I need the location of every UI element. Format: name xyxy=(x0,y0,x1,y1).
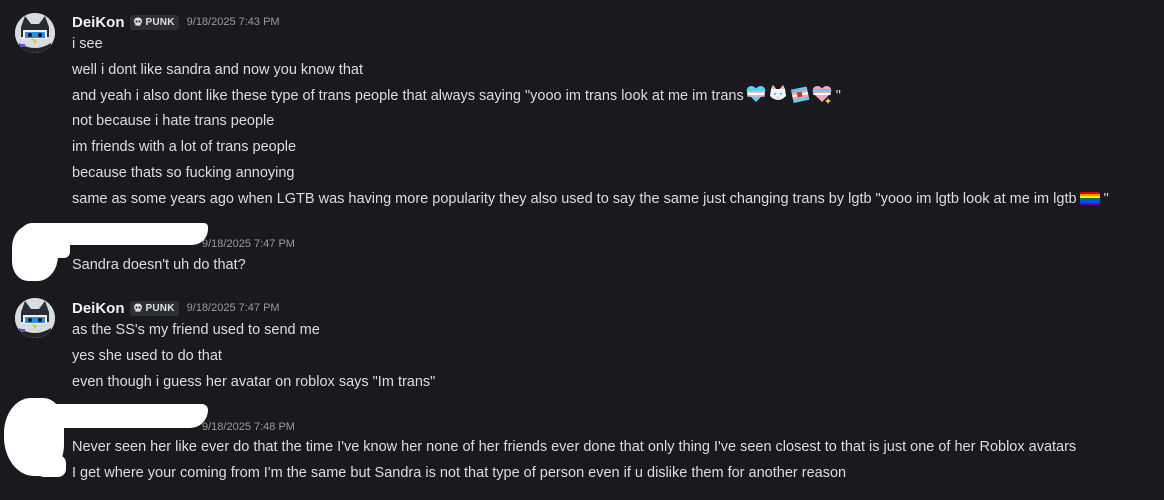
message-line: im friends with a lot of trans people xyxy=(72,139,297,156)
message-header: 9/18/2025 7:47 PM xyxy=(72,234,295,254)
message-header: 9/18/2025 7:48 PM xyxy=(72,417,295,437)
skull-icon xyxy=(133,17,142,26)
rainbow-flag-emoji[interactable] xyxy=(1079,191,1100,205)
message-lines: as the SS's my friend used to send me ye… xyxy=(72,318,435,395)
timestamp[interactable]: 9/18/2025 7:43 PM xyxy=(187,16,280,28)
trans-cat-emoji[interactable] xyxy=(768,84,788,104)
trans-heart-emoji[interactable] xyxy=(746,84,766,104)
message-line: and yeah i also dont like these type of … xyxy=(72,84,1109,110)
message-header: DeiKon PUNK 9/18/2025 7:43 PM xyxy=(72,12,280,32)
message-lines: Sandra doesn't uh do that? xyxy=(72,253,246,279)
message-line: Sandra doesn't uh do that? xyxy=(72,257,246,273)
message-line: well i dont like sandra and now you know… xyxy=(72,61,363,78)
message-line: i see xyxy=(72,36,103,52)
message-line: same as some years ago when LGTB was hav… xyxy=(72,190,1109,207)
message-line: I get where your coming from I'm the sam… xyxy=(72,464,847,481)
username[interactable]: DeiKon xyxy=(72,300,125,317)
trans-sparkle-heart-emoji[interactable] xyxy=(812,84,832,104)
guild-tag-label: PUNK xyxy=(145,302,175,314)
redaction-scribble xyxy=(36,455,66,477)
message-line: because thats so fucking annoying xyxy=(72,164,295,181)
timestamp[interactable]: 9/18/2025 7:47 PM xyxy=(202,238,295,250)
guild-tag[interactable]: PUNK xyxy=(129,300,179,316)
message-header: DeiKon PUNK 9/18/2025 7:47 PM xyxy=(72,298,280,318)
skull-icon xyxy=(133,303,142,312)
timestamp[interactable]: 9/18/2025 7:47 PM xyxy=(187,302,280,314)
user-avatar[interactable] xyxy=(15,298,55,338)
timestamp[interactable]: 9/18/2025 7:48 PM xyxy=(202,421,295,433)
message-lines: i see well i dont like sandra and now yo… xyxy=(72,32,1109,213)
trans-flag-emoji[interactable] xyxy=(790,84,810,104)
username[interactable]: DeiKon xyxy=(72,14,125,31)
message-line: as the SS's my friend used to send me xyxy=(72,322,320,338)
user-avatar[interactable] xyxy=(15,13,55,53)
guild-tag-label: PUNK xyxy=(145,16,175,28)
message-line: Never seen her like ever do that the tim… xyxy=(72,439,1077,455)
message-line: even though i guess her avatar on roblox… xyxy=(72,373,436,390)
message-line: not because i hate trans people xyxy=(72,113,275,130)
message-line: yes she used to do that xyxy=(72,347,222,364)
redaction-scribble xyxy=(40,236,70,258)
guild-tag[interactable]: PUNK xyxy=(129,14,179,30)
message-lines: Never seen her like ever do that the tim… xyxy=(72,435,1076,487)
